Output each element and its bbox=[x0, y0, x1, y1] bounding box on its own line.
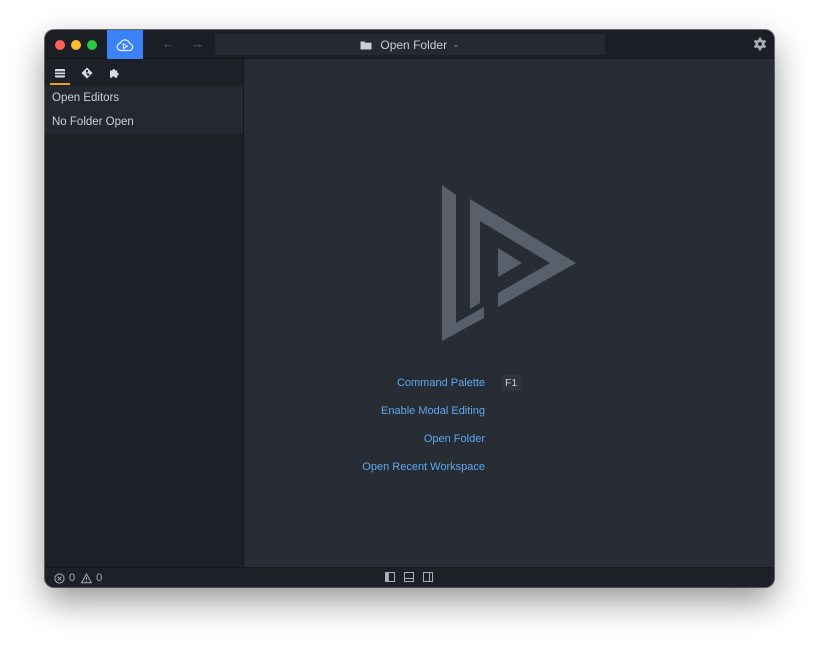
git-icon bbox=[81, 67, 93, 79]
gear-icon[interactable] bbox=[753, 37, 767, 51]
error-count: 0 bbox=[69, 572, 76, 584]
sidebar-tabs bbox=[45, 59, 243, 86]
close-window-button[interactable] bbox=[55, 40, 65, 50]
diagnostics-indicator[interactable]: 0 0 bbox=[54, 571, 106, 585]
files-icon bbox=[55, 69, 65, 78]
command-palette-link[interactable]: Command Palette bbox=[245, 376, 485, 390]
no-folder-open-section[interactable]: No Folder Open bbox=[52, 110, 134, 134]
remote-cloud-icon bbox=[116, 38, 134, 51]
open-folder-link[interactable]: Open Folder bbox=[245, 432, 485, 446]
warning-icon bbox=[81, 572, 93, 583]
maximize-window-button[interactable] bbox=[87, 40, 97, 50]
toggle-right-panel-icon[interactable] bbox=[423, 572, 433, 582]
tab-explorer[interactable] bbox=[50, 66, 70, 85]
tab-source-control[interactable] bbox=[81, 66, 93, 79]
lapce-logo-icon bbox=[442, 185, 576, 341]
palette-bar[interactable]: Open Folder ⌄ bbox=[215, 34, 605, 55]
enable-modal-editing-link[interactable]: Enable Modal Editing bbox=[245, 404, 485, 418]
editor-area: Command Palette F1 Enable Modal Editing … bbox=[244, 59, 774, 567]
puzzle-icon bbox=[110, 69, 119, 78]
arrow-left-icon[interactable]: ← bbox=[162, 36, 175, 52]
toggle-sidebar-icon[interactable] bbox=[385, 572, 395, 582]
folder-icon bbox=[360, 40, 372, 50]
open-recent-workspace-link[interactable]: Open Recent Workspace bbox=[245, 460, 485, 474]
palette-label: Open Folder bbox=[380, 37, 448, 52]
app-window: ← → Open Folder ⌄ Open Editors No Folder… bbox=[45, 30, 774, 587]
arrow-right-icon[interactable]: → bbox=[191, 36, 204, 52]
title-bar: ← → Open Folder ⌄ bbox=[45, 30, 774, 59]
remote-button[interactable] bbox=[107, 30, 143, 59]
open-editors-section[interactable]: Open Editors bbox=[52, 86, 119, 110]
error-icon bbox=[54, 572, 65, 584]
command-palette-shortcut: F1 bbox=[501, 375, 522, 391]
toggle-panel-icon[interactable] bbox=[404, 572, 414, 582]
tab-plugins[interactable] bbox=[108, 66, 120, 78]
chevron-down-icon: ⌄ bbox=[452, 39, 460, 49]
status-bar: 0 0 bbox=[45, 567, 774, 587]
explorer-panel: Open Editors No Folder Open bbox=[45, 86, 243, 134]
minimize-window-button[interactable] bbox=[71, 40, 81, 50]
warning-count: 0 bbox=[96, 572, 103, 584]
sidebar: Open Editors No Folder Open bbox=[45, 59, 244, 567]
layout-toggles bbox=[385, 572, 433, 582]
